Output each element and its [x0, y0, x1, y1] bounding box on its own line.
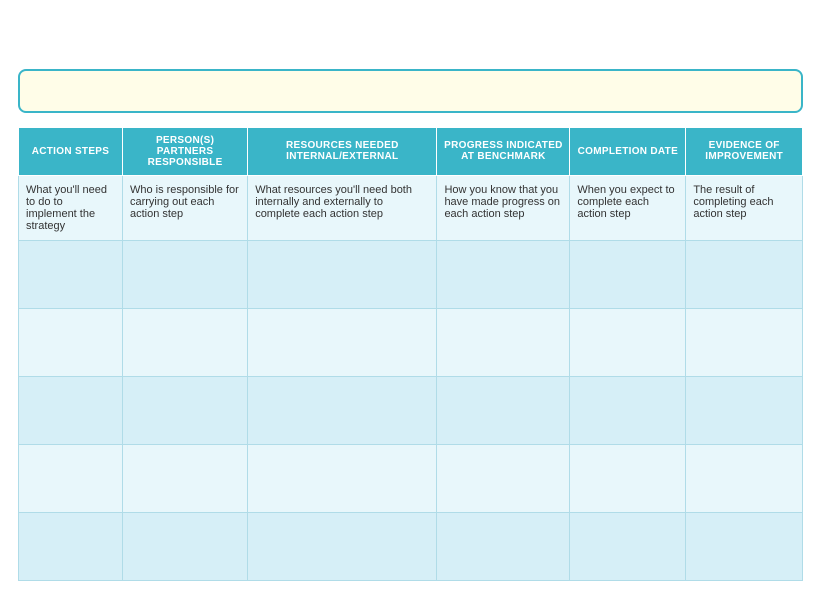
table-cell [437, 308, 570, 376]
table-cell [570, 444, 686, 512]
table-row [19, 376, 803, 444]
table-row [19, 512, 803, 580]
table-row [19, 444, 803, 512]
table-cell [122, 444, 247, 512]
table-cell [570, 308, 686, 376]
table-row [19, 240, 803, 308]
table-cell [570, 512, 686, 580]
page-title [18, 18, 803, 55]
table-cell [19, 376, 123, 444]
table-cell [437, 240, 570, 308]
table-cell [122, 512, 247, 580]
table-cell: What you'll need to do to implement the … [19, 175, 123, 240]
table-row [19, 308, 803, 376]
table-cell [248, 308, 437, 376]
table-cell [248, 512, 437, 580]
table-cell [570, 240, 686, 308]
table-cell [686, 512, 803, 580]
table-header-row: ACTION STEPS PERSON(S) PARTNERS RESPONSI… [19, 127, 803, 175]
table-cell [19, 308, 123, 376]
col-resources: RESOURCES NEEDED INTERNAL/EXTERNAL [248, 127, 437, 175]
table-cell [248, 240, 437, 308]
table-cell [686, 240, 803, 308]
table-cell [686, 308, 803, 376]
table-cell [122, 308, 247, 376]
table-cell [19, 444, 123, 512]
table-cell: The result of completing each action ste… [686, 175, 803, 240]
col-evidence: EVIDENCE OF IMPROVEMENT [686, 127, 803, 175]
col-persons: PERSON(S) PARTNERS RESPONSIBLE [122, 127, 247, 175]
table-cell [248, 444, 437, 512]
table-cell [19, 512, 123, 580]
goal-box [18, 69, 803, 113]
col-completion: COMPLETION DATE [570, 127, 686, 175]
col-action-steps: ACTION STEPS [19, 127, 123, 175]
table-cell: How you know that you have made progress… [437, 175, 570, 240]
table-cell [122, 240, 247, 308]
table-cell: When you expect to complete each action … [570, 175, 686, 240]
table-cell [686, 444, 803, 512]
table-cell [248, 376, 437, 444]
table-cell: What resources you'll need both internal… [248, 175, 437, 240]
table-cell [122, 376, 247, 444]
table-cell [437, 512, 570, 580]
table-cell [19, 240, 123, 308]
table-cell [686, 376, 803, 444]
col-progress: PROGRESS INDICATED AT BENCHMARK [437, 127, 570, 175]
table-cell [570, 376, 686, 444]
table-cell: Who is responsible for carrying out each… [122, 175, 247, 240]
table-row: What you'll need to do to implement the … [19, 175, 803, 240]
table-cell [437, 444, 570, 512]
table-cell [437, 376, 570, 444]
action-plan-table: ACTION STEPS PERSON(S) PARTNERS RESPONSI… [18, 127, 803, 581]
